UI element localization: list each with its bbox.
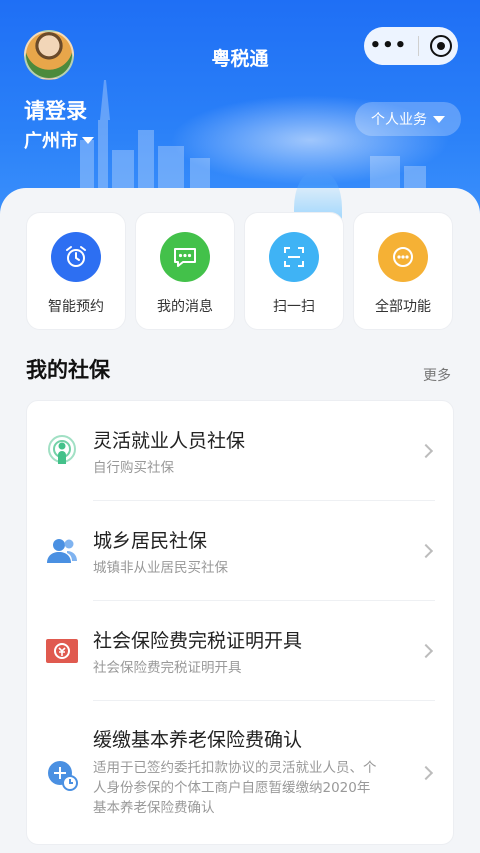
close-target-icon[interactable] (430, 35, 453, 57)
chevron-right-icon (418, 643, 434, 659)
flexible-employment-icon (48, 435, 76, 464)
list-item[interactable]: 灵活就业人员社保 自行购买社保 (27, 401, 455, 501)
more-menu-icon[interactable]: ••• (370, 37, 408, 55)
chevron-right-icon (418, 543, 434, 559)
quick-action-appointment[interactable]: 智能预约 (26, 212, 126, 330)
chat-bubble-icon (160, 232, 210, 282)
alarm-clock-icon (51, 232, 101, 282)
list-item[interactable]: 社会保险费完税证明开具 社会保险费完税证明开具 (27, 601, 455, 701)
chevron-right-icon (418, 443, 434, 459)
item-description: 适用于已签约委托扣款协议的灵活就业人员、个人身份参保的个体工商户自愿暂缓缴纳20… (93, 760, 377, 816)
item-description: 社会保险费完税证明开具 (93, 660, 242, 676)
personal-business-label: 个人业务 (371, 112, 427, 128)
quick-action-label: 全部功能 (375, 299, 431, 315)
quick-action-all-functions[interactable]: 全部功能 (353, 212, 453, 330)
list-item[interactable]: 缓缴基本养老保险费确认 适用于已签约委托扣款协议的灵活就业人员、个人身份参保的个… (27, 701, 455, 846)
more-icon (378, 232, 428, 282)
list-item[interactable]: 城乡居民社保 城镇非从业居民买社保 (27, 501, 455, 601)
main-panel: 智能预约 我的消息 扫一扫 全部功能 我的社保 更多 灵活就业人员社保 自行购买… (0, 172, 480, 853)
item-description: 城镇非从业居民买社保 (93, 560, 228, 576)
quick-action-label: 我的消息 (157, 299, 213, 315)
quick-action-scan[interactable]: 扫一扫 (244, 212, 344, 330)
city-selector[interactable]: 广州市 (24, 127, 94, 153)
section-title: 我的社保 (26, 358, 110, 382)
quick-action-label: 智能预约 (48, 299, 104, 315)
quick-action-label: 扫一扫 (273, 299, 315, 315)
caret-down-icon (82, 136, 94, 144)
mini-program-capsule: ••• (364, 27, 458, 65)
personal-business-button[interactable]: 个人业务 (355, 102, 461, 136)
item-title: 灵活就业人员社保 (93, 430, 246, 452)
more-link[interactable]: 更多 (423, 365, 451, 385)
city-label: 广州市 (24, 131, 78, 152)
item-title: 社会保险费完税证明开具 (93, 630, 303, 652)
scan-icon (269, 232, 319, 282)
item-title: 缓缴基本养老保险费确认 (93, 729, 303, 751)
caret-down-icon (433, 115, 445, 123)
social-security-list: 灵活就业人员社保 自行购买社保 城乡居民社保 城镇非从业居民买社保 社会保险费完… (26, 400, 454, 845)
chevron-right-icon (418, 765, 434, 781)
item-title: 城乡居民社保 (93, 530, 208, 552)
item-description: 自行购买社保 (93, 460, 174, 476)
quick-action-messages[interactable]: 我的消息 (135, 212, 235, 330)
tax-certificate-icon (46, 639, 78, 663)
deferred-payment-icon (48, 761, 78, 791)
login-link[interactable]: 请登录 (24, 95, 87, 125)
residents-icon (47, 539, 77, 563)
capsule-divider (418, 36, 420, 56)
quick-actions: 智能预约 我的消息 扫一扫 全部功能 (26, 172, 454, 330)
